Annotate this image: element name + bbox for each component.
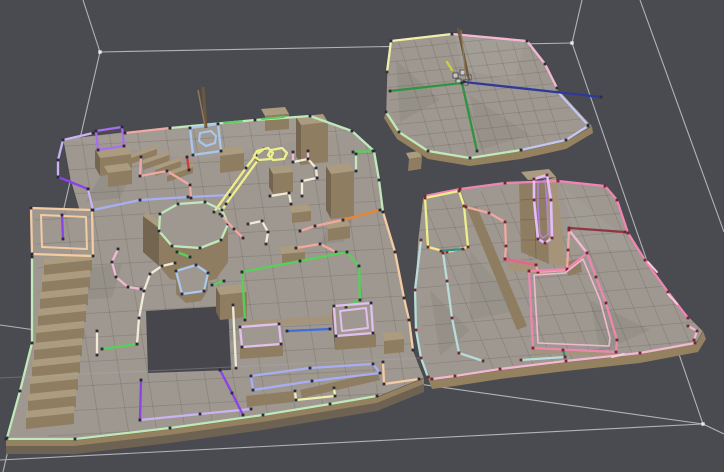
viewport-3d [0,0,724,472]
editor-viewport [0,0,724,472]
